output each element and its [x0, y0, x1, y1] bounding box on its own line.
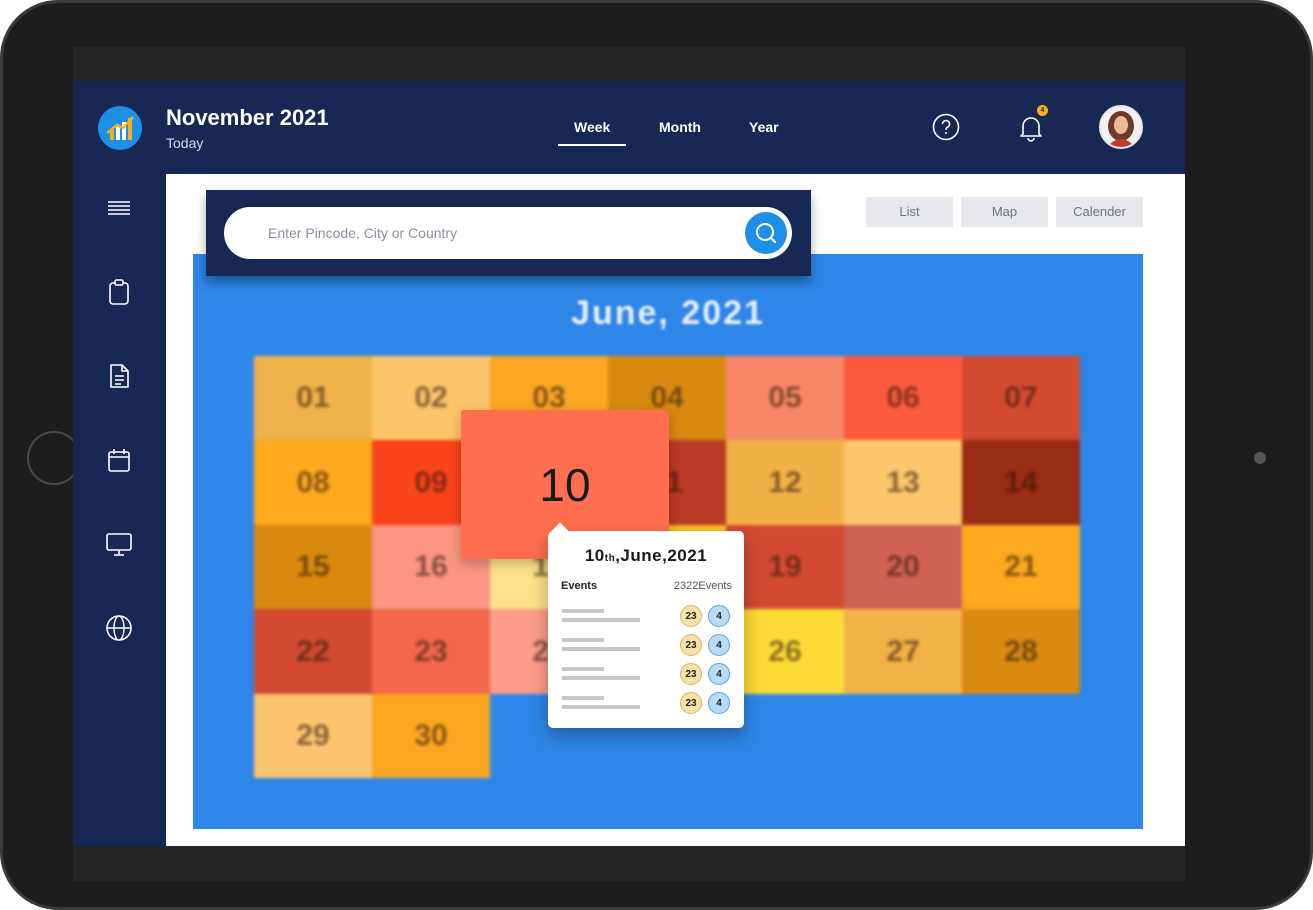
clipboard-icon[interactable] [105, 278, 133, 306]
calendar-day-06[interactable]: 06 [844, 356, 962, 440]
event-row[interactable]: 23 4 [562, 663, 732, 687]
tablet-frame: November 2021 Today Week Month Year 4 Li… [0, 0, 1313, 910]
event-placeholder-line [562, 705, 640, 709]
event-sub-badge: 4 [708, 634, 730, 656]
avatar[interactable] [1099, 105, 1143, 149]
calendar-day-15[interactable]: 15 [254, 525, 372, 609]
bottom-bezel-bar [73, 846, 1185, 881]
events-label: Events [561, 580, 598, 592]
calendar-day-23[interactable]: 23 [372, 609, 490, 694]
calendar-day-07[interactable]: 07 [962, 356, 1080, 440]
popup-month-year: ,June,2021 [615, 546, 708, 565]
calendar-day-27[interactable]: 27 [844, 609, 962, 694]
search-button[interactable] [745, 212, 787, 254]
help-icon[interactable] [932, 113, 960, 146]
today-link[interactable]: Today [166, 135, 203, 151]
bell-icon[interactable] [1018, 113, 1044, 148]
app-logo-icon[interactable] [98, 106, 142, 150]
main-content: List Map Calender June, 2021 01 02 03 04 05 0… [166, 174, 1185, 846]
event-placeholder-line [562, 696, 604, 700]
menu-icon[interactable] [105, 194, 133, 222]
monitor-icon[interactable] [105, 530, 133, 558]
calendar-day-20[interactable]: 20 [844, 525, 962, 609]
event-count-badge: 23 [680, 605, 702, 627]
event-placeholder-line [562, 638, 604, 642]
camera-dot [1254, 452, 1266, 464]
calendar-day-21[interactable]: 21 [962, 525, 1080, 609]
tab-month[interactable]: Month [659, 119, 701, 135]
event-count-badge: 23 [680, 692, 702, 714]
event-placeholder-line [562, 609, 604, 613]
event-row[interactable]: 23 4 [562, 605, 732, 629]
map-view-button[interactable]: Map [961, 197, 1048, 227]
event-row[interactable]: 23 4 [562, 634, 732, 658]
event-row[interactable]: 23 4 [562, 692, 732, 716]
search-input[interactable] [224, 207, 792, 259]
event-count-badge: 23 [680, 663, 702, 685]
calendar-day-05[interactable]: 05 [726, 356, 844, 440]
calendar-day-30[interactable]: 30 [372, 694, 490, 778]
calendar-day-22[interactable]: 22 [254, 609, 372, 694]
event-placeholder-line [562, 667, 604, 671]
calendar-day-29[interactable]: 29 [254, 694, 372, 778]
event-placeholder-line [562, 618, 640, 622]
event-sub-badge: 4 [708, 663, 730, 685]
calendar-day-28[interactable]: 28 [962, 609, 1080, 694]
screen: November 2021 Today Week Month Year 4 Li… [73, 47, 1185, 881]
calendar-day-14[interactable]: 14 [962, 440, 1080, 525]
calendar-view-button[interactable]: Calender [1056, 197, 1143, 227]
document-icon[interactable] [105, 362, 133, 390]
popup-day: 10 [584, 546, 605, 565]
globe-icon[interactable] [105, 614, 133, 642]
popup-date-title: 10th,June,2021 [548, 546, 744, 566]
event-placeholder-line [562, 647, 640, 651]
calendar-month-title: June, 2021 [571, 294, 765, 332]
event-placeholder-line [562, 676, 640, 680]
calendar-day-12[interactable]: 12 [726, 440, 844, 525]
event-sub-badge: 4 [708, 692, 730, 714]
search-icon [756, 223, 777, 244]
calendar-day-13[interactable]: 13 [844, 440, 962, 525]
tab-year[interactable]: Year [749, 119, 779, 135]
day-events-popup: 10th,June,2021 Events 2322Events 23 4 23… [548, 531, 744, 728]
page-title: November 2021 [166, 105, 329, 130]
app-header: November 2021 Today Week Month Year 4 [73, 81, 1185, 174]
notification-badge: 4 [1037, 105, 1048, 116]
sidebar [73, 174, 166, 846]
calendar-icon[interactable] [105, 446, 133, 474]
tab-week[interactable]: Week [557, 119, 627, 146]
list-view-button[interactable]: List [866, 197, 953, 227]
event-count-badge: 23 [680, 634, 702, 656]
events-count: 2322Events [673, 580, 732, 592]
event-sub-badge: 4 [708, 605, 730, 627]
calendar-day-08[interactable]: 08 [254, 440, 372, 525]
search-bar [206, 190, 811, 276]
calendar-day-01[interactable]: 01 [254, 356, 372, 440]
popup-day-suffix: th [604, 553, 616, 564]
